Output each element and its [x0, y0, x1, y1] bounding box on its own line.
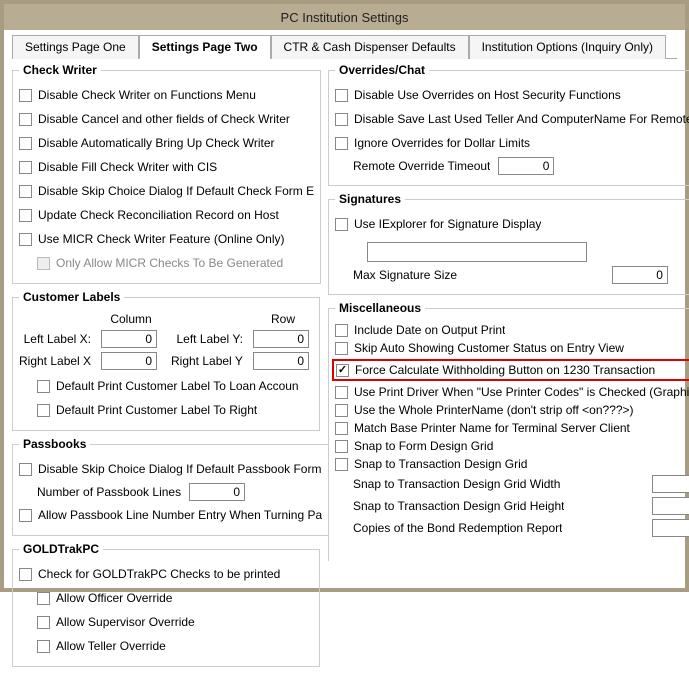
- right-label-y-lbl: Right Label Y:: [171, 354, 243, 368]
- cb-misc-0[interactable]: [335, 324, 348, 337]
- cb-disable-skip-choice-check[interactable]: [19, 185, 32, 198]
- signatures-legend: Signatures: [335, 192, 405, 206]
- goldtrak-legend: GOLDTrakPC: [19, 542, 103, 556]
- cb-misc-7[interactable]: [335, 458, 348, 471]
- cb-disable-overrides-host[interactable]: [335, 89, 348, 102]
- customer-labels-legend: Customer Labels: [19, 290, 124, 304]
- misc-label-4: Use the Whole PrinterName (don't strip o…: [354, 403, 634, 417]
- misc-label-5: Match Base Printer Name for Terminal Ser…: [354, 421, 630, 435]
- misc-num-input-1[interactable]: [652, 497, 689, 515]
- passbooks-group: Passbooks Disable Skip Choice Dialog If …: [12, 437, 329, 536]
- misc-row-6: Snap to Form Design Grid: [335, 439, 689, 453]
- cb-allow-passbook-line-entry[interactable]: [19, 509, 32, 522]
- cb-disable-cw-menu[interactable]: [19, 89, 32, 102]
- cb-disable-skip-passbook[interactable]: [19, 463, 32, 476]
- cb-disable-save-last-teller[interactable]: [335, 113, 348, 126]
- misc-row-2: Force Calculate Withholding Button on 12…: [332, 359, 689, 381]
- passbooks-legend: Passbooks: [19, 437, 90, 451]
- passbook-lines-lbl: Number of Passbook Lines: [37, 485, 181, 499]
- misc-label-0: Include Date on Output Print: [354, 323, 505, 337]
- window-title-bar: PC Institution Settings: [4, 4, 685, 30]
- signature-path-input[interactable]: [367, 242, 587, 262]
- remote-timeout-lbl: Remote Override Timeout: [353, 159, 490, 173]
- signatures-group: Signatures Use IExplorer for Signature D…: [328, 192, 689, 295]
- misc-num-label-2: Copies of the Bond Redemption Report: [353, 521, 562, 535]
- misc-num-input-2[interactable]: [652, 519, 689, 537]
- cb-use-micr[interactable]: [19, 233, 32, 246]
- misc-num-row-0: Snap to Transaction Design Grid Width: [353, 475, 689, 493]
- overrides-group: Overrides/Chat Disable Use Overrides on …: [328, 63, 689, 186]
- cb-default-print-loan[interactable]: [37, 380, 50, 393]
- cb-disable-auto-bring-up[interactable]: [19, 137, 32, 150]
- misc-num-label-0: Snap to Transaction Design Grid Width: [353, 477, 560, 491]
- misc-group: Miscellaneous Include Date on Output Pri…: [328, 301, 689, 561]
- tab-page-one[interactable]: Settings Page One: [12, 35, 139, 59]
- misc-num-label-1: Snap to Transaction Design Grid Height: [353, 499, 564, 513]
- content-area: Check Writer Disable Check Writer on Fun…: [4, 59, 685, 677]
- cb-use-iexplorer-sig[interactable]: [335, 218, 348, 231]
- cb-misc-1[interactable]: [335, 342, 348, 355]
- left-label-x-input[interactable]: [101, 330, 157, 348]
- right-column: Overrides/Chat Disable Use Overrides on …: [328, 63, 689, 673]
- check-writer-legend: Check Writer: [19, 63, 101, 77]
- check-writer-group: Check Writer Disable Check Writer on Fun…: [12, 63, 321, 284]
- misc-label-6: Snap to Form Design Grid: [354, 439, 493, 453]
- misc-legend: Miscellaneous: [335, 301, 425, 315]
- cb-update-reconciliation[interactable]: [19, 209, 32, 222]
- misc-row-4: Use the Whole PrinterName (don't strip o…: [335, 403, 689, 417]
- cb-only-micr: [37, 257, 50, 270]
- max-sig-size-lbl: Max Signature Size: [353, 268, 457, 282]
- misc-num-row-2: Copies of the Bond Redemption Report: [353, 519, 689, 537]
- customer-labels-group: Customer Labels Column Row Left Label X:…: [12, 290, 320, 431]
- cb-disable-fill-cis[interactable]: [19, 161, 32, 174]
- cb-misc-2[interactable]: [336, 364, 349, 377]
- right-label-x-input[interactable]: [101, 352, 157, 370]
- misc-num-input-0[interactable]: [652, 475, 689, 493]
- cb-allow-teller[interactable]: [37, 640, 50, 653]
- remote-timeout-input[interactable]: [498, 157, 554, 175]
- cb-allow-officer[interactable]: [37, 592, 50, 605]
- cb-misc-5[interactable]: [335, 422, 348, 435]
- tab-institution-options[interactable]: Institution Options (Inquiry Only): [469, 35, 666, 59]
- misc-row-1: Skip Auto Showing Customer Status on Ent…: [335, 341, 689, 355]
- tab-strip: Settings Page One Settings Page Two CTR …: [12, 34, 677, 59]
- misc-label-3: Use Print Driver When "Use Printer Codes…: [354, 385, 689, 399]
- left-label-y-lbl: Left Label Y:: [171, 332, 243, 346]
- misc-label-7: Snap to Transaction Design Grid: [354, 457, 527, 471]
- max-sig-size-input[interactable]: [612, 266, 668, 284]
- misc-row-3: Use Print Driver When "Use Printer Codes…: [335, 385, 689, 399]
- cb-misc-4[interactable]: [335, 404, 348, 417]
- cb-allow-supervisor[interactable]: [37, 616, 50, 629]
- cb-ignore-overrides-dollar[interactable]: [335, 137, 348, 150]
- misc-label-2: Force Calculate Withholding Button on 12…: [355, 363, 655, 377]
- cb-misc-6[interactable]: [335, 440, 348, 453]
- cb-check-goldtrak[interactable]: [19, 568, 32, 581]
- column-header: Column: [101, 312, 161, 326]
- left-column: Check Writer Disable Check Writer on Fun…: [12, 63, 320, 673]
- left-label-x-lbl: Left Label X:: [19, 332, 91, 346]
- cb-disable-cancel-fields[interactable]: [19, 113, 32, 126]
- misc-num-row-1: Snap to Transaction Design Grid Height: [353, 497, 689, 515]
- misc-row-5: Match Base Printer Name for Terminal Ser…: [335, 421, 689, 435]
- left-label-y-input[interactable]: [253, 330, 309, 348]
- cb-misc-3[interactable]: [335, 386, 348, 399]
- passbook-lines-input[interactable]: [189, 483, 245, 501]
- misc-row-0: Include Date on Output Print: [335, 323, 689, 337]
- tab-page-two[interactable]: Settings Page Two: [139, 35, 271, 59]
- right-label-y-input[interactable]: [253, 352, 309, 370]
- tab-ctr-cash[interactable]: CTR & Cash Dispenser Defaults: [271, 35, 469, 59]
- misc-row-7: Snap to Transaction Design Grid: [335, 457, 689, 471]
- row-header: Row: [253, 312, 313, 326]
- goldtrak-group: GOLDTrakPC Check for GOLDTrakPC Checks t…: [12, 542, 320, 667]
- misc-label-1: Skip Auto Showing Customer Status on Ent…: [354, 341, 624, 355]
- cb-default-print-right[interactable]: [37, 404, 50, 417]
- overrides-legend: Overrides/Chat: [335, 63, 429, 77]
- right-label-x-lbl: Right Label X:: [19, 354, 91, 368]
- window-title: PC Institution Settings: [281, 10, 409, 25]
